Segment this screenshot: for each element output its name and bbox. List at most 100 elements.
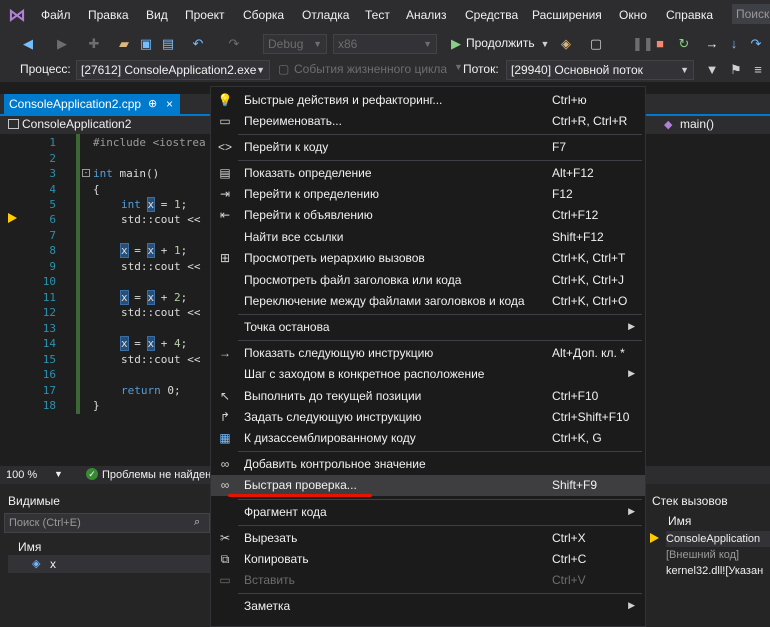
code-line-5: int x = 1;	[121, 197, 187, 212]
play-icon[interactable]: ▶	[448, 36, 464, 52]
line-number: 1	[49, 136, 56, 149]
menu-item-label: Вырезать	[244, 531, 298, 545]
list-item[interactable]: ConsoleApplication	[666, 531, 770, 547]
chevron-down-icon[interactable]: ▼	[54, 469, 63, 479]
process-select[interactable]: [27612] ConsoleApplication2.exe ▼	[76, 60, 270, 80]
menu-item-label: Переименовать...	[244, 114, 342, 128]
open-folder-icon[interactable]: ▰	[116, 36, 132, 52]
menu-item-quickwatch[interactable]: ∞ Быстрая проверка... Shift+F9	[211, 475, 645, 496]
menu-item-shortcut: Ctrl+R, Ctrl+R	[552, 114, 628, 128]
menu-item-add-watch[interactable]: ∞ Добавить контрольное значение	[211, 454, 645, 475]
pause-icon[interactable]: ❚❚	[632, 36, 654, 52]
menu-project[interactable]: Проект	[185, 8, 225, 22]
forward-icon[interactable]: ▶	[54, 36, 70, 52]
menu-edit[interactable]: Правка	[88, 8, 129, 22]
line-number: 2	[49, 152, 56, 165]
save-all-icon[interactable]: ▤	[160, 36, 176, 52]
menu-item-peek-definition[interactable]: ▤ Показать определение Alt+F12	[211, 163, 645, 184]
project-scope-select[interactable]: ConsoleApplication2	[22, 117, 131, 131]
menu-item-shortcut: Ctrl+X	[552, 531, 586, 545]
menu-item-shortcut: Ctrl+K, Ctrl+T	[552, 251, 626, 265]
stack-frame-icon[interactable]: ≡	[750, 62, 766, 78]
peek-definition-icon: ▤	[219, 166, 231, 180]
menu-item-toggle-header-code[interactable]: Переключение между файлами заголовков и …	[211, 291, 645, 312]
save-icon[interactable]: ▣	[138, 36, 154, 52]
diagnostics-icon[interactable]: ▢	[588, 36, 604, 52]
search-input[interactable]: Поиск	[732, 4, 770, 24]
locals-var-name: x	[50, 557, 56, 571]
continue-button[interactable]: Продолжить	[466, 36, 535, 50]
zoom-select[interactable]: 100 %	[6, 469, 37, 481]
list-item[interactable]: kernel32.dll![Указан	[666, 563, 770, 579]
menu-item-rename[interactable]: ▭ Переименовать... Ctrl+R, Ctrl+R	[211, 111, 645, 132]
stop-icon[interactable]: ■	[652, 36, 668, 52]
menu-item-view-header-code[interactable]: Просмотреть файл заголовка или кода Ctrl+…	[211, 270, 645, 291]
menu-build[interactable]: Сборка	[243, 8, 284, 22]
menu-item-go-to-code[interactable]: <> Перейти к коду F7	[211, 137, 645, 158]
menu-item-set-next-statement[interactable]: ↱ Задать следующую инструкцию Ctrl+Shift+F…	[211, 407, 645, 428]
menu-item-paste[interactable]: ▭ Вставить Ctrl+V	[211, 570, 645, 591]
chevron-down-icon[interactable]: ▼	[537, 36, 553, 52]
menu-view[interactable]: Вид	[146, 8, 168, 22]
process-label: Процесс:	[20, 62, 71, 76]
show-next-statement-icon[interactable]: →	[704, 36, 720, 52]
attach-icon[interactable]: ◈	[558, 36, 574, 52]
variable-highlight[interactable]: x	[120, 336, 129, 351]
step-into-icon[interactable]: ↓	[726, 36, 742, 52]
menu-item-copy[interactable]: ⧉ Копировать Ctrl+C	[211, 549, 645, 570]
flag-icon[interactable]: ⚑	[728, 62, 744, 78]
search-icon[interactable]: ⌕	[194, 516, 200, 529]
menu-analyze[interactable]: Анализ	[406, 8, 447, 22]
new-item-icon[interactable]: ✚	[86, 36, 102, 52]
code-text: {	[93, 183, 100, 196]
restart-icon[interactable]: ↻	[676, 36, 692, 52]
redo-icon[interactable]: ↷	[226, 36, 242, 52]
rename-icon: ▭	[219, 114, 231, 128]
code-text: =	[127, 337, 148, 350]
menu-item-shortcut: Shift+F12	[552, 230, 604, 244]
locals-search-input[interactable]: Поиск (Ctrl+E)	[4, 513, 210, 533]
menu-item-show-next-statement[interactable]: → Показать следующую инструкцию Alt+Доп. к…	[211, 343, 645, 364]
variable-highlight[interactable]: x	[120, 290, 129, 305]
menu-item-breakpoint[interactable]: Точка останова ▶	[211, 317, 645, 338]
menu-item-run-to-cursor[interactable]: ↖ Выполнить до текущей позиции Ctrl+F10	[211, 386, 645, 407]
member-select[interactable]: main()	[680, 117, 714, 131]
thread-select[interactable]: [29940] Основной поток ▼	[506, 60, 694, 80]
menu-item-snippet[interactable]: Фрагмент кода ▶	[211, 502, 645, 523]
back-icon[interactable]: ◀	[20, 36, 36, 52]
undo-icon[interactable]: ↶	[190, 36, 206, 52]
code-text: main()	[112, 167, 160, 180]
menu-item-go-to-definition[interactable]: ⇥ Перейти к определению F12	[211, 184, 645, 205]
config-select[interactable]: Debug ▼	[263, 34, 327, 54]
menu-item-go-to-declaration[interactable]: ⇤ Перейти к объявлению Ctrl+F12	[211, 205, 645, 226]
list-item[interactable]: [Внешний код]	[666, 547, 770, 563]
problems-status[interactable]: Проблемы не найден	[102, 469, 211, 481]
menu-item-step-into-specific[interactable]: Шаг с заходом в конкретное расположение ▶	[211, 364, 645, 385]
menu-tools[interactable]: Средства	[465, 8, 518, 22]
visual-studio-logo-icon: ⋈	[8, 5, 26, 25]
variable-highlight[interactable]: x	[120, 243, 129, 258]
menu-test[interactable]: Тест	[365, 8, 390, 22]
menu-help[interactable]: Справка	[666, 8, 713, 22]
close-icon[interactable]: ×	[166, 94, 173, 114]
pin-icon[interactable]: ⊕	[148, 94, 157, 114]
menu-item-quick-actions[interactable]: 💡 Быстрые действия и рефакторинг... Ctrl+ю	[211, 90, 645, 111]
menu-item-call-hierarchy[interactable]: ⊞ Просмотреть иерархию вызовов Ctrl+K, Ctr…	[211, 248, 645, 269]
step-over-icon[interactable]: ↷	[748, 36, 764, 52]
filter-icon[interactable]: ▼	[704, 62, 720, 78]
platform-select[interactable]: x86 ▼	[333, 34, 437, 54]
menu-debug[interactable]: Отладка	[302, 8, 349, 22]
variable-icon: ◈	[32, 558, 41, 570]
check-icon: ✓	[86, 468, 98, 480]
lifecycle-events-button[interactable]: События жизненного цикла	[294, 62, 447, 76]
menu-window[interactable]: Окно	[619, 8, 647, 22]
menu-item-find-all-references[interactable]: Найти все ссылки Shift+F12	[211, 227, 645, 248]
menu-item-annotation[interactable]: Заметка ▶	[211, 596, 645, 617]
menu-item-cut[interactable]: ✂ Вырезать Ctrl+X	[211, 528, 645, 549]
go-to-definition-icon: ⇥	[219, 187, 231, 201]
menu-extensions[interactable]: Расширения	[532, 8, 602, 22]
collapse-icon[interactable]: -	[82, 169, 90, 177]
menu-item-label: Просмотреть файл заголовка или кода	[244, 273, 462, 287]
menu-item-go-to-disassembly[interactable]: ▦ К дизассемблированному коду Ctrl+K, G	[211, 428, 645, 449]
menu-file[interactable]: Файл	[41, 8, 71, 22]
